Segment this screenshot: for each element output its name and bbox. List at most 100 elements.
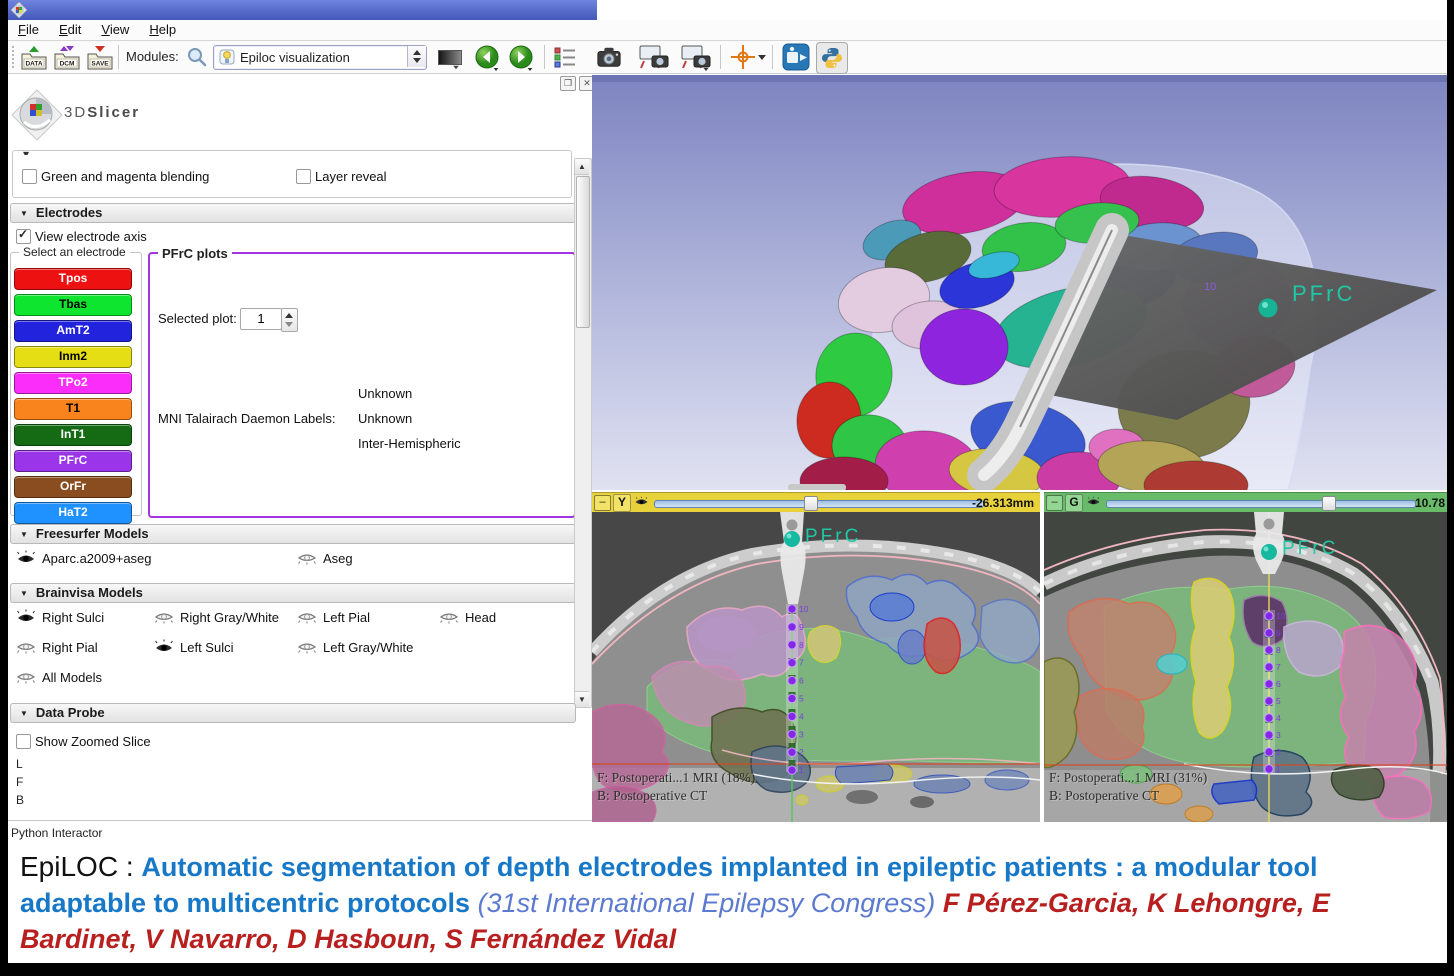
electrode-button-t1[interactable]: T1 [14, 398, 132, 420]
selected-plot-label: Selected plot: [158, 311, 237, 326]
panel-scrollbar[interactable]: ▲ ▼ [574, 158, 592, 708]
yellow-slice-bar: – Y -26.313mm [592, 492, 1040, 514]
contact-number-5: 5 [799, 694, 804, 704]
contact-number-4: 4 [1276, 713, 1281, 723]
module-spinner[interactable] [407, 46, 426, 67]
history-swatch-icon[interactable] [438, 50, 462, 65]
electrode-button-amt2[interactable]: AmT2 [14, 320, 132, 342]
green-axis-letter[interactable]: G [1065, 494, 1083, 512]
crosshair-icon[interactable] [730, 44, 756, 70]
electrode-contact-1 [1265, 765, 1273, 773]
save-toolbar-button[interactable]: SAVE [86, 44, 114, 71]
data-toolbar-button[interactable]: DATA [20, 44, 48, 71]
show-zoomed-slice-checkbox[interactable] [16, 734, 31, 749]
electrode-button-tbas[interactable]: Tbas [14, 294, 132, 316]
electrode-contact-3 [788, 730, 796, 738]
panel-float-icon[interactable]: ❐ [560, 76, 576, 91]
layout-icon[interactable] [552, 44, 578, 70]
dcm-toolbar-button[interactable]: DCM [53, 44, 81, 71]
green-electrode-label: PFrC [1282, 538, 1338, 560]
electrode-button-tpos[interactable]: Tpos [14, 268, 132, 290]
contact-number-1: 1 [799, 765, 804, 775]
contact-number-10: 10 [1276, 611, 1286, 621]
eye-closed-icon[interactable] [14, 669, 38, 690]
slicer-logo-text: 3DSlicer [64, 104, 140, 121]
contact-number-3: 3 [799, 729, 804, 739]
contact-number-10: 10 [799, 604, 809, 614]
search-icon[interactable] [186, 46, 208, 68]
toolbar-grip[interactable] [12, 46, 17, 68]
green-slider-handle[interactable] [1322, 496, 1336, 511]
eye-closed-icon[interactable] [437, 609, 461, 630]
electrode-contact-8 [788, 641, 796, 649]
caption-prefix: EpiLOC [20, 851, 118, 882]
yellow-visibility-eye-icon[interactable] [634, 496, 649, 508]
electrode-contact-7 [788, 659, 796, 667]
history-dropdown-caret[interactable] [453, 66, 459, 70]
layer-reveal-checkbox[interactable] [296, 169, 311, 184]
pfrc-plots-groupbox: PFrC plots [148, 252, 576, 518]
layer-reveal-label: Layer reveal [315, 169, 387, 184]
scroll-down-icon[interactable]: ▼ [575, 691, 589, 707]
module-next-caret[interactable] [528, 68, 533, 71]
green-magenta-checkbox[interactable] [22, 169, 37, 184]
selected-plot-value[interactable]: 1 [240, 308, 282, 330]
electrode-button-hat2[interactable]: HaT2 [14, 502, 132, 524]
crosshair-caret[interactable] [758, 55, 766, 60]
yellow-slider-handle[interactable] [804, 496, 818, 511]
data-icon: DATA [20, 44, 48, 71]
threed-view[interactable]: PFrC 10 [592, 75, 1447, 490]
yellow-collapse-button[interactable]: – [594, 495, 611, 511]
menu-view[interactable]: View [91, 20, 139, 37]
eye-open-icon[interactable] [152, 639, 176, 660]
scene-view-icon[interactable] [638, 44, 670, 70]
save-icon: SAVE [86, 44, 114, 71]
dcm-icon: DCM [53, 44, 81, 71]
electrode-contact-7 [1265, 663, 1273, 671]
eye-closed-icon[interactable] [14, 639, 38, 660]
electrode-contact-2 [788, 748, 796, 756]
eye-closed-icon[interactable] [295, 550, 319, 571]
eye-closed-icon[interactable] [152, 609, 176, 630]
module-prev-caret[interactable] [494, 68, 499, 71]
yellow-slice-view[interactable]: 10987654321 PFrC F: Postoperati...1 MRI … [592, 512, 1040, 822]
python-interactor-button[interactable] [816, 42, 848, 74]
eye-open-icon[interactable] [14, 550, 38, 571]
menu-file[interactable]: File [8, 20, 49, 37]
electrode-button-tpo2[interactable]: TPo2 [14, 372, 132, 394]
green-slice-slider[interactable] [1106, 500, 1416, 508]
screenshot-icon[interactable] [596, 44, 622, 70]
electrode-contact-8 [1265, 646, 1273, 654]
module-selector[interactable]: Epiloc visualization [213, 45, 427, 70]
yellow-axis-letter[interactable]: Y [613, 494, 631, 512]
electrodes-section-header[interactable]: ▼Electrodes [10, 203, 576, 223]
green-collapse-button[interactable]: – [1046, 495, 1063, 511]
data-probe-section-header[interactable]: ▼Data Probe [10, 703, 576, 723]
eye-closed-icon[interactable] [295, 639, 319, 660]
eye-open-icon[interactable] [14, 609, 38, 630]
scroll-up-icon[interactable]: ▲ [575, 159, 589, 175]
electrode-button-pfrc[interactable]: PFrC [14, 450, 132, 472]
scroll-thumb[interactable] [576, 176, 590, 328]
green-slice-view[interactable]: 10987654321 PFrC F: Postoperati...1 MRI … [1044, 512, 1447, 822]
brainvisa-section-header[interactable]: ▼Brainvisa Models [10, 583, 576, 603]
menu-help[interactable]: Help [139, 20, 186, 37]
data-probe-axis-l: L [16, 757, 23, 771]
view-electrode-axis-checkbox[interactable] [16, 229, 31, 244]
module-combo-icon [219, 49, 235, 65]
green-visibility-eye-icon[interactable] [1086, 496, 1101, 508]
scene-view-camera-icon[interactable] [680, 44, 712, 70]
electrode-button-int1[interactable]: InT1 [14, 424, 132, 446]
eye-closed-icon[interactable] [295, 609, 319, 630]
extensions-manager-icon[interactable] [782, 43, 810, 71]
menu-edit[interactable]: Edit [49, 20, 91, 37]
electrode-button-orfr[interactable]: OrFr [14, 476, 132, 498]
scene-view-caret[interactable] [704, 68, 709, 71]
electrode-button-inm2[interactable]: Inm2 [14, 346, 132, 368]
module-next-icon[interactable] [508, 44, 534, 70]
selected-plot-spinner[interactable] [281, 308, 298, 332]
freesurfer-section-header[interactable]: ▼Freesurfer Models [10, 524, 576, 544]
toolbar-separator [118, 45, 122, 69]
yellow-slice-slider[interactable] [654, 500, 984, 508]
module-prev-icon[interactable] [474, 44, 500, 70]
